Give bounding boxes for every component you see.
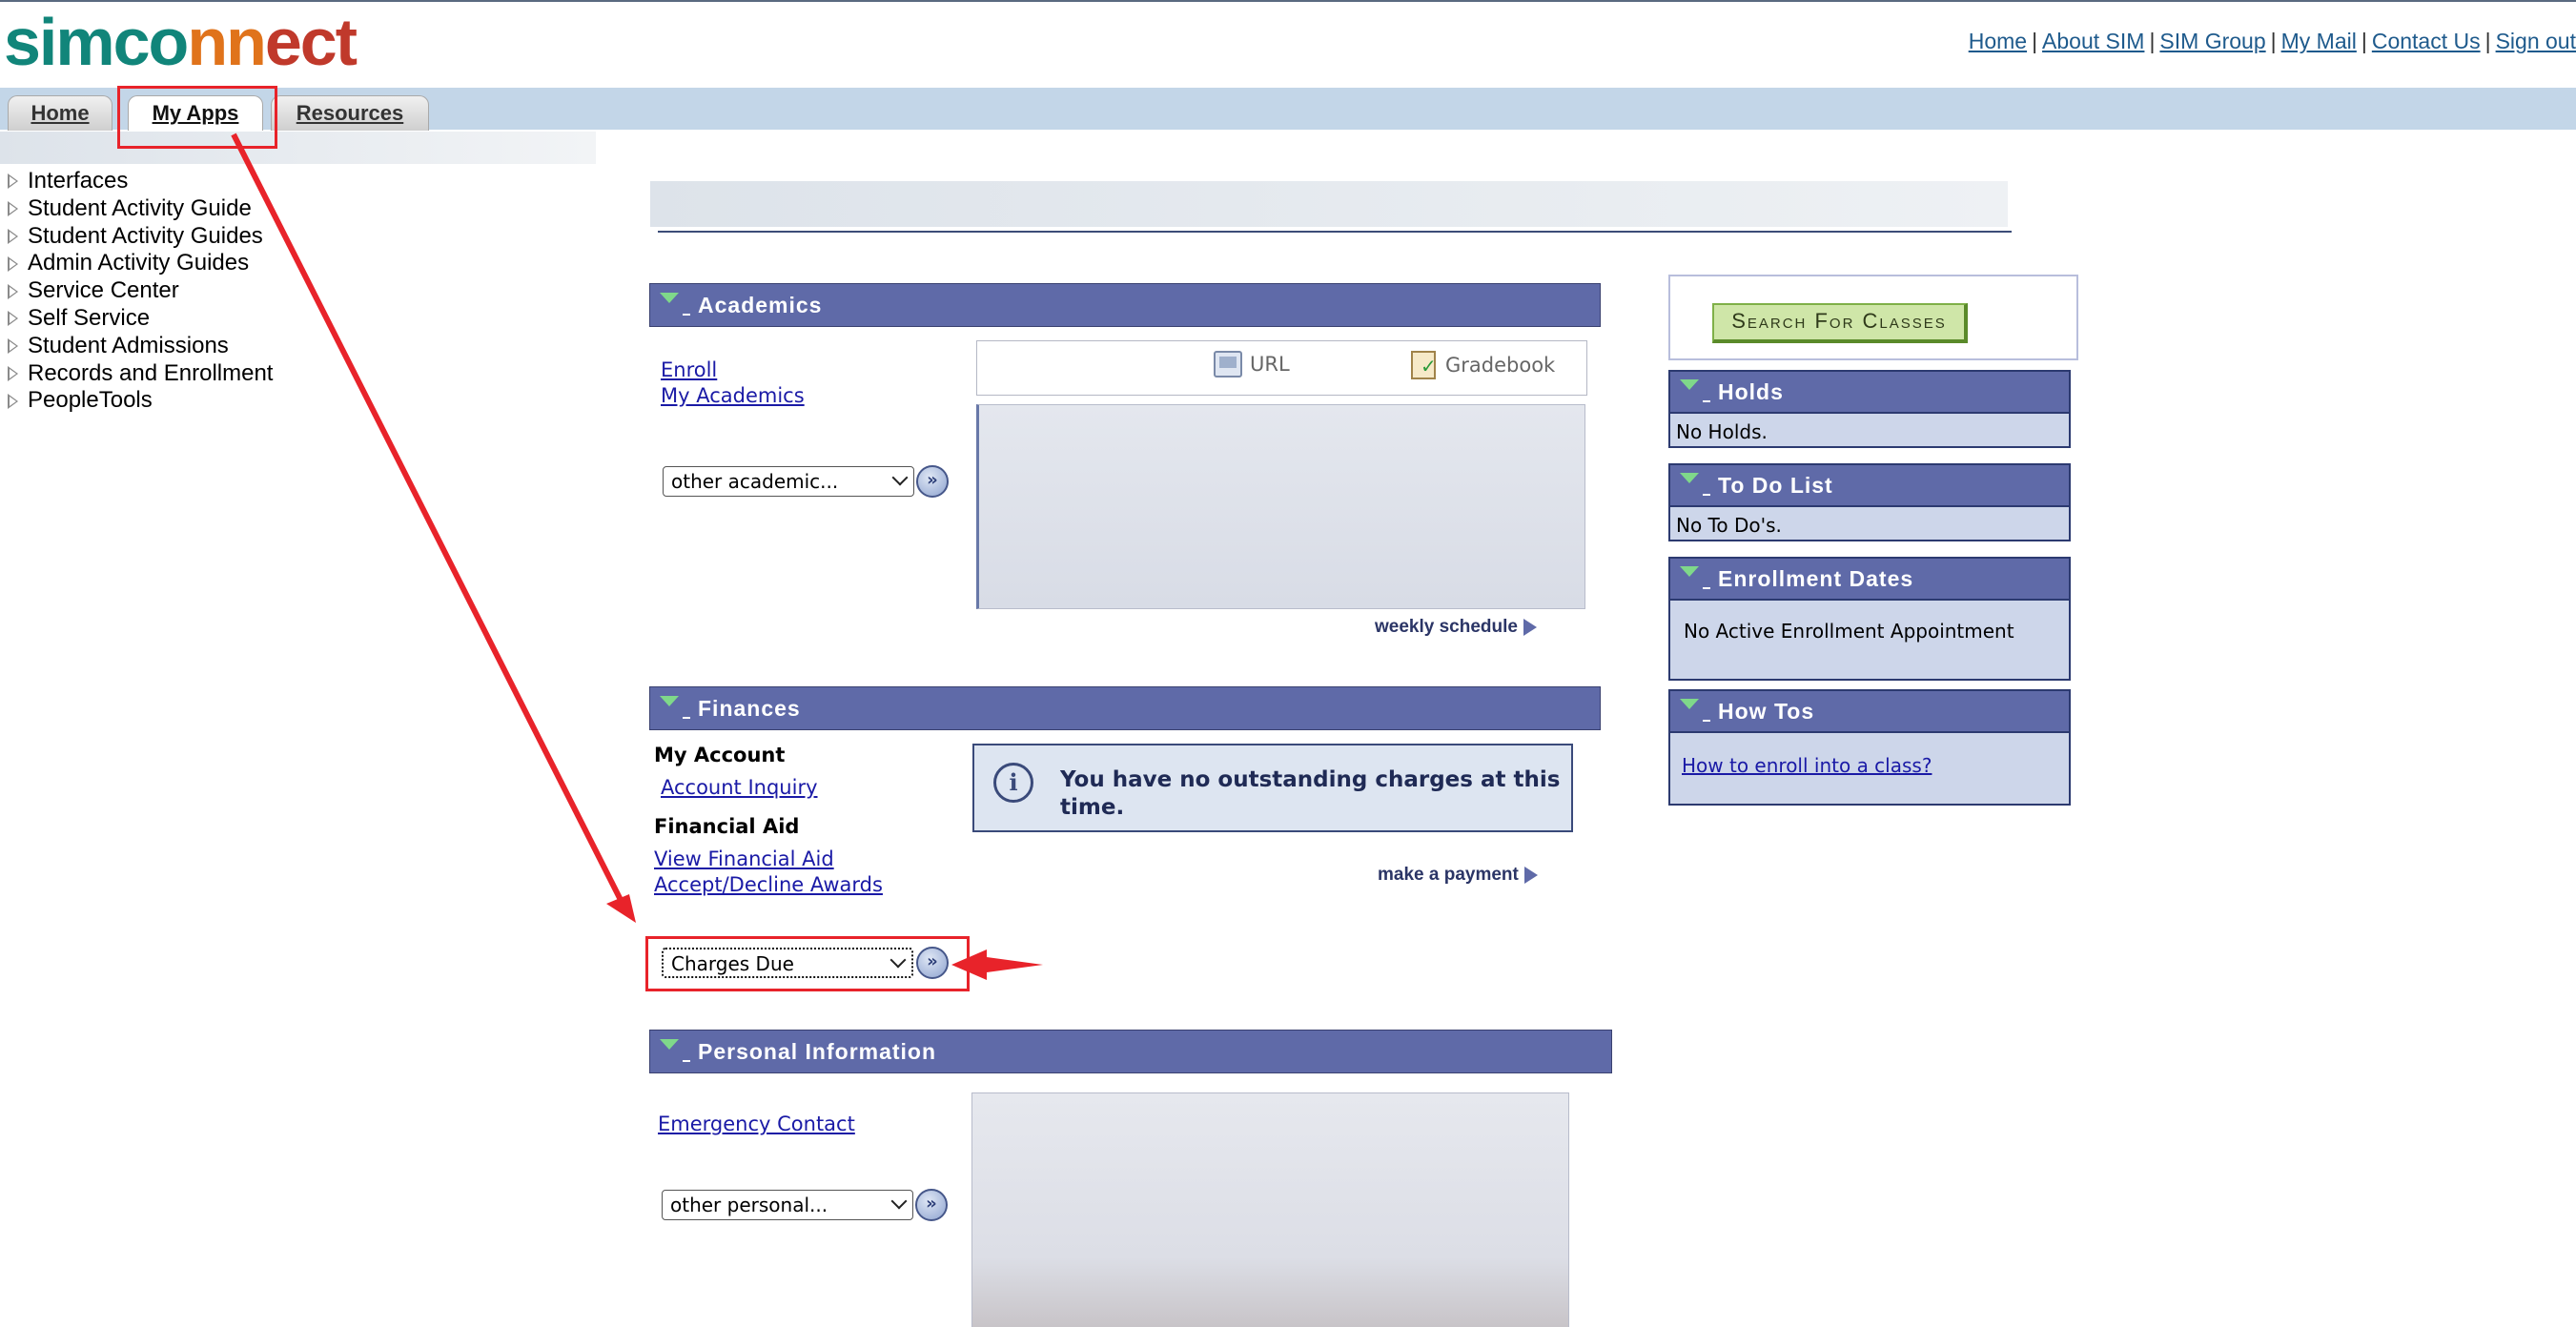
annotation-arrow-line — [231, 133, 624, 904]
annotation-arrowhead-down — [606, 894, 636, 923]
annotation-arrows — [231, 133, 1043, 980]
annotation-arrow-left — [951, 949, 1043, 980]
